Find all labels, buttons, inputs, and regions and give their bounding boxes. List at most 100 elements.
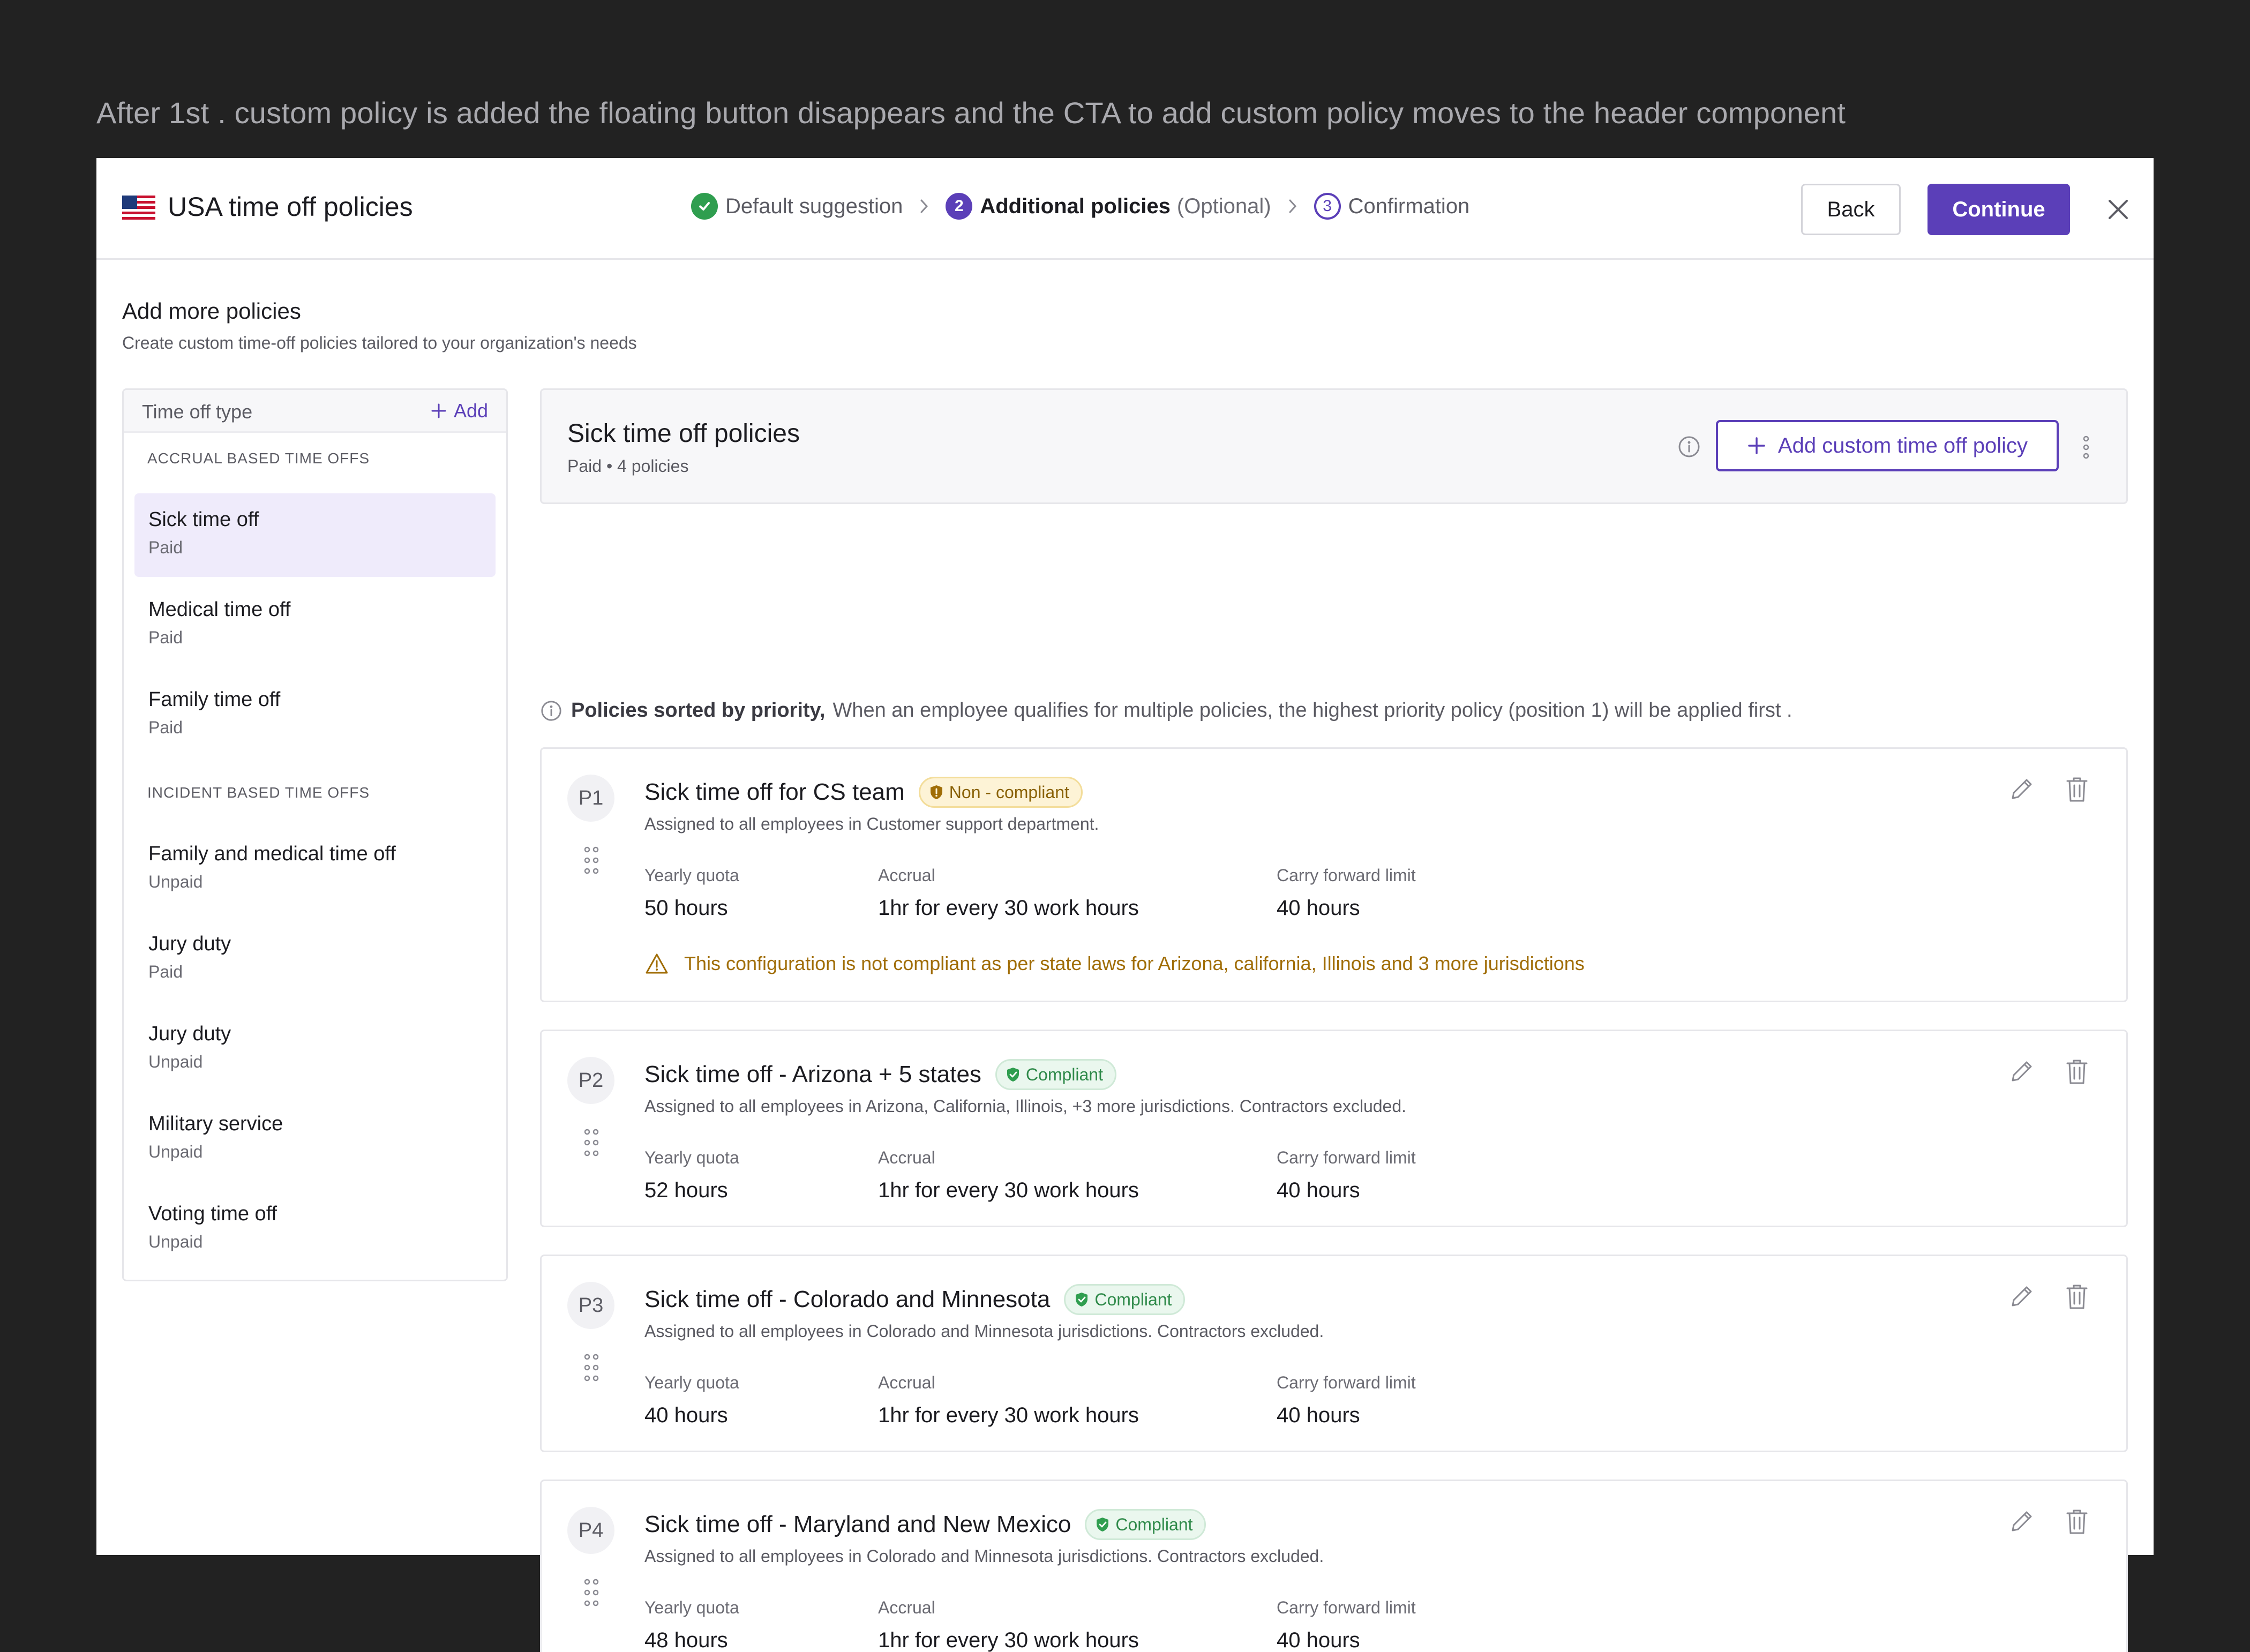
metric-yearly-quota: Yearly quota 50 hours [644, 866, 739, 920]
metric-value: 40 hours [1277, 896, 1360, 920]
trash-icon[interactable] [2065, 776, 2089, 804]
sidebar-item-label: Sick time off [148, 508, 259, 531]
sidebar-item-kind: Paid [148, 628, 183, 647]
sidebar-item-family-and-medical-time-off[interactable]: Family and medical time off Unpaid [134, 828, 496, 911]
metric-label: Yearly quota [644, 1148, 739, 1167]
metric-yearly-quota: Yearly quota 40 hours [644, 1373, 739, 1428]
close-icon[interactable] [2103, 194, 2133, 224]
pencil-icon[interactable] [2008, 776, 2035, 802]
sidebar-item-label: Family time off [148, 688, 281, 711]
metric-label: Accrual [878, 1598, 935, 1617]
status-badge: Non - compliant [918, 777, 1083, 808]
policy-description: Assigned to all employees in Customer su… [644, 814, 1099, 833]
sidebar-item-label: Voting time off [148, 1203, 278, 1225]
trash-icon[interactable] [2065, 1283, 2089, 1311]
policy-title-row: Sick time off - Colorado and Minnesota C… [644, 1284, 1186, 1315]
metric-accrual: Accrual 1hr for every 30 work hours [878, 1148, 1139, 1203]
drag-handle-icon[interactable] [582, 845, 601, 875]
sidebar-item-sick-time-off[interactable]: Sick time off Paid [134, 493, 496, 577]
step-label: Confirmation [1348, 194, 1470, 218]
metric-yearly-quota: Yearly quota 48 hours [644, 1598, 739, 1652]
step-confirmation[interactable]: 3 Confirmation [1314, 193, 1470, 220]
sidebar-header-label: Time off type [142, 401, 253, 423]
metric-label: Yearly quota [644, 1598, 739, 1617]
us-flag-icon [122, 196, 155, 220]
sidebar-item-kind: Unpaid [148, 1052, 203, 1071]
priority-badge: P1 [567, 775, 614, 822]
sidebar-item-label: Jury duty [148, 1023, 231, 1045]
metric-carry-forward: Carry forward limit 40 hours [1277, 1148, 1416, 1203]
metric-value: 50 hours [644, 896, 728, 920]
policy-title-row: Sick time off - Arizona + 5 states Compl… [644, 1059, 1116, 1090]
policy-title: Sick time off - Arizona + 5 states [644, 1061, 981, 1087]
add-time-off-type-button[interactable]: Add [430, 400, 488, 422]
policy-card[interactable]: P1 Sick time off for CS team Non - compl… [540, 747, 2128, 1002]
sidebar-item-medical-time-off[interactable]: Medical time off Paid [134, 583, 496, 667]
policy-group-title: Sick time off policies [567, 419, 800, 448]
metric-value: 1hr for every 30 work hours [878, 1403, 1139, 1427]
metric-label: Carry forward limit [1277, 1373, 1416, 1392]
step-additional-policies[interactable]: 2 Additional policies (Optional) [946, 193, 1271, 220]
policy-group-header: Sick time off policies Paid • 4 policies… [540, 388, 2128, 504]
step-optional-suffix: (Optional) [1176, 194, 1271, 218]
metric-accrual: Accrual 1hr for every 30 work hours [878, 1373, 1139, 1428]
policy-title: Sick time off for CS team [644, 779, 905, 805]
chevron-right-icon [903, 198, 946, 215]
shield-check-icon [1076, 1293, 1088, 1306]
pencil-icon[interactable] [2008, 1508, 2035, 1535]
priority-note-text: When an employee qualifies for multiple … [832, 699, 1792, 722]
annotation-note: After 1st . custom policy is added the f… [96, 96, 1846, 130]
drag-handle-icon[interactable] [582, 1353, 601, 1383]
step-number: 2 [946, 193, 973, 220]
metric-value: 40 hours [644, 1403, 728, 1427]
policy-description: Assigned to all employees in Colorado an… [644, 1321, 1324, 1341]
sidebar-item-kind: Unpaid [148, 1142, 203, 1161]
step-label: Default suggestion [725, 194, 903, 218]
priority-badge: P3 [567, 1282, 614, 1329]
drag-handle-icon[interactable] [582, 1128, 601, 1158]
step-label: Additional policies [980, 194, 1171, 218]
metric-label: Carry forward limit [1277, 1598, 1416, 1617]
policy-setup-panel: USA time off policies Default suggestion… [96, 158, 2154, 1652]
sidebar-item-jury-duty-unpaid[interactable]: Jury duty Unpaid [134, 1008, 496, 1091]
policy-card[interactable]: P4 Sick time off - Maryland and New Mexi… [540, 1480, 2128, 1652]
continue-button[interactable]: Continue [1928, 184, 2070, 235]
metric-value: 40 hours [1277, 1178, 1360, 1202]
policy-description: Assigned to all employees in Colorado an… [644, 1546, 1324, 1566]
metric-carry-forward: Carry forward limit 40 hours [1277, 1373, 1416, 1428]
metric-value: 40 hours [1277, 1628, 1360, 1652]
metric-label: Accrual [878, 1373, 935, 1392]
sidebar-item-family-time-off[interactable]: Family time off Paid [134, 673, 496, 757]
sidebar-group-title: ACCRUAL BASED TIME OFFS [147, 450, 370, 467]
metric-value: 52 hours [644, 1178, 728, 1202]
sidebar-item-military-service[interactable]: Military service Unpaid [134, 1098, 496, 1181]
sidebar-item-kind: Unpaid [148, 872, 203, 891]
policy-title: Sick time off - Maryland and New Mexico [644, 1511, 1071, 1537]
kebab-menu-icon[interactable] [2078, 434, 2094, 461]
add-custom-policy-button[interactable]: Add custom time off policy [1716, 420, 2059, 471]
page-title: USA time off policies [168, 192, 413, 222]
pencil-icon[interactable] [2008, 1058, 2035, 1085]
drag-handle-icon[interactable] [582, 1578, 601, 1608]
trash-icon[interactable] [2065, 1508, 2089, 1536]
shield-alert-icon [930, 785, 942, 799]
sidebar-item-jury-duty-paid[interactable]: Jury duty Paid [134, 918, 496, 1001]
section-subtitle: Create custom time-off policies tailored… [122, 333, 637, 352]
time-off-type-sidebar: Time off type Add ACCRUAL BASED TIME OFF… [122, 388, 508, 1281]
status-badge: Compliant [995, 1059, 1116, 1090]
policy-card[interactable]: P3 Sick time off - Colorado and Minnesot… [540, 1255, 2128, 1452]
metric-carry-forward: Carry forward limit 40 hours [1277, 866, 1416, 920]
status-label: Compliant [1115, 1514, 1193, 1534]
metric-value: 1hr for every 30 work hours [878, 1628, 1139, 1652]
trash-icon[interactable] [2065, 1058, 2089, 1086]
back-button[interactable]: Back [1801, 184, 1901, 235]
step-default-suggestion[interactable]: Default suggestion [691, 193, 903, 220]
metric-yearly-quota: Yearly quota 52 hours [644, 1148, 739, 1203]
check-circle-icon [691, 193, 718, 220]
policy-group-subtitle: Paid • 4 policies [567, 456, 689, 476]
pencil-icon[interactable] [2008, 1283, 2035, 1310]
sidebar-item-voting-time-off[interactable]: Voting time off Unpaid [134, 1188, 496, 1271]
info-icon[interactable] [1677, 435, 1701, 459]
metric-accrual: Accrual 1hr for every 30 work hours [878, 1598, 1139, 1652]
policy-card[interactable]: P2 Sick time off - Arizona + 5 states Co… [540, 1030, 2128, 1227]
